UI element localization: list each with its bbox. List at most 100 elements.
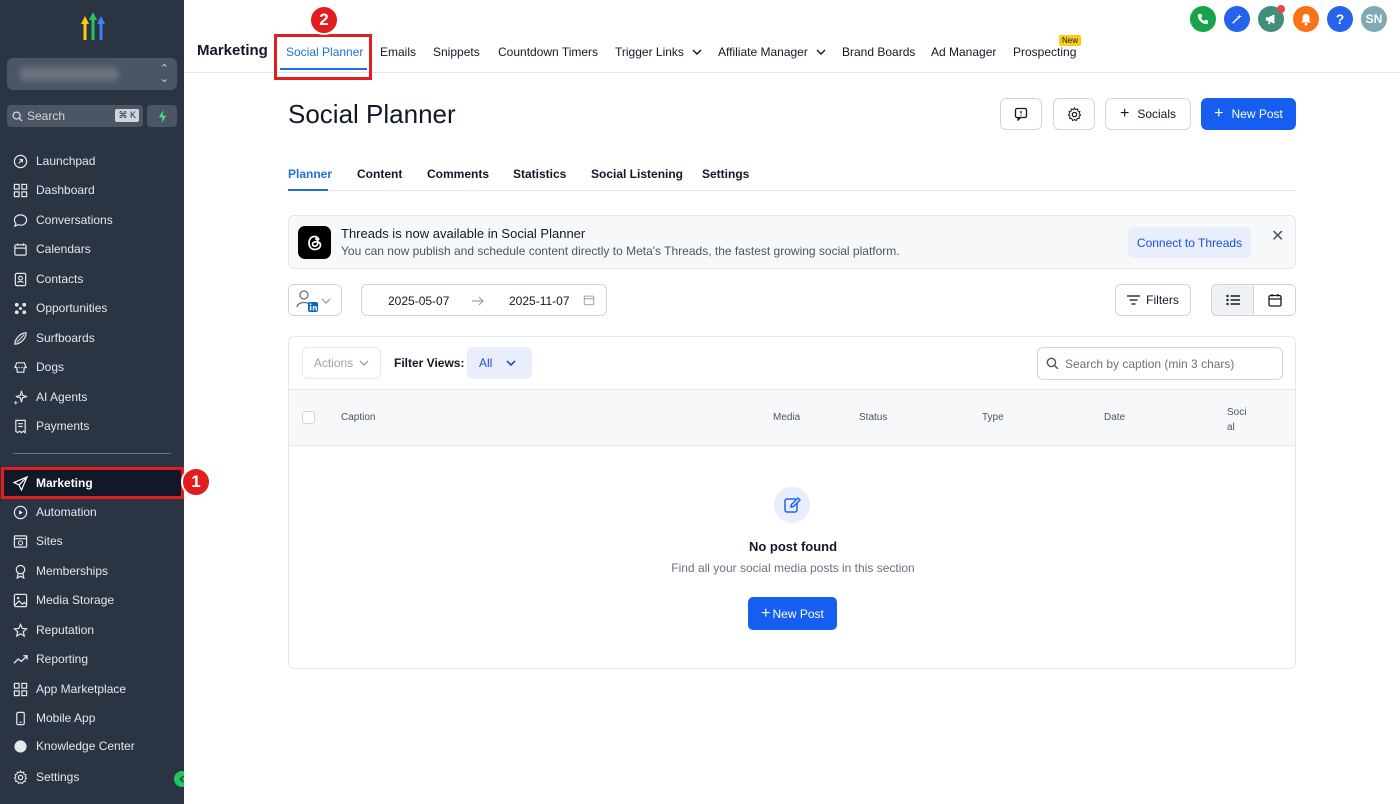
notifications-button[interactable] <box>1293 6 1319 32</box>
tab-snippets[interactable]: Snippets <box>433 45 480 59</box>
announcements-button[interactable] <box>1258 5 1285 32</box>
subtab-planner[interactable]: Planner <box>288 167 332 181</box>
quick-actions-button[interactable] <box>147 105 177 127</box>
edit-icon <box>774 487 810 523</box>
sidebar-item-dashboard[interactable]: Dashboard <box>0 176 180 204</box>
sidebar-item-label: Opportunities <box>36 301 108 315</box>
tab-affiliate-manager[interactable]: Affiliate Manager <box>718 45 826 59</box>
sidebar-item-reporting[interactable]: Reporting <box>0 645 180 673</box>
step-marker-1: 1 <box>181 467 211 497</box>
tab-brand-boards[interactable]: Brand Boards <box>842 45 915 59</box>
bolt-icon <box>158 109 166 123</box>
sidebar-item-surfboards[interactable]: Surfboards <box>0 324 180 352</box>
column-header-date[interactable]: Date <box>1104 412 1125 423</box>
column-header-type[interactable]: Type <box>982 412 1004 423</box>
sidebar-item-automation[interactable]: Automation <box>0 498 180 526</box>
new-post-button[interactable]: + New Post <box>1201 98 1296 130</box>
socials-button[interactable]: + Socials <box>1105 98 1191 130</box>
banner-title: Threads is now available in Social Plann… <box>341 226 586 241</box>
search-icon <box>1046 357 1059 370</box>
user-avatar[interactable]: SN <box>1361 6 1387 32</box>
select-all-checkbox[interactable] <box>302 411 315 424</box>
sidebar-search[interactable]: Search ⌘ K <box>7 105 143 127</box>
tab-emails[interactable]: Emails <box>380 45 416 59</box>
sidebar-item-opportunities[interactable]: Opportunities <box>0 294 180 322</box>
feedback-button[interactable] <box>1000 98 1042 130</box>
search-shortcut: ⌘ K <box>115 109 139 122</box>
collapse-sidebar-button[interactable] <box>174 771 184 787</box>
column-header-media[interactable]: Media <box>773 412 800 423</box>
sidebar-item-app-marketplace[interactable]: App Marketplace <box>0 675 180 703</box>
settings-button[interactable] <box>1053 98 1095 130</box>
filter-views-select[interactable]: All <box>467 347 532 379</box>
sidebar-item-media-storage[interactable]: Media Storage <box>0 586 180 614</box>
sidebar-item-contacts[interactable]: Contacts <box>0 265 180 293</box>
megaphone-icon <box>1265 14 1275 25</box>
account-switcher[interactable]: ⌃ ⌄ <box>7 58 177 90</box>
tab-trigger-links[interactable]: Trigger Links <box>615 45 702 59</box>
column-header-status[interactable]: Status <box>859 412 887 423</box>
socials-button-label: Socials <box>1137 107 1177 121</box>
sidebar-item-sites[interactable]: Sites <box>0 527 180 555</box>
tab-countdown-timers[interactable]: Countdown Timers <box>498 45 598 59</box>
sidebar-item-label: Reputation <box>36 623 95 637</box>
list-icon <box>1225 294 1240 306</box>
opportunities-icon <box>14 302 27 314</box>
sidebar-item-payments[interactable]: Payments <box>0 412 180 440</box>
sidebar-item-label: Dashboard <box>36 183 95 197</box>
sparkles-icon <box>13 390 28 405</box>
help-button[interactable]: ? <box>1327 6 1353 32</box>
rocket-icon <box>13 154 28 168</box>
sidebar-item-settings[interactable]: Settings <box>0 763 180 791</box>
end-date: 2025-11-07 <box>509 294 570 308</box>
sidebar-item-memberships[interactable]: Memberships <box>0 557 180 585</box>
filter-views-label: Filter Views: <box>394 356 465 370</box>
sidebar-item-label: Conversations <box>36 213 113 227</box>
chevron-updown-icon: ⌃ ⌄ <box>159 63 169 85</box>
filters-button[interactable]: Filters <box>1115 284 1191 316</box>
column-header-social-line2: al <box>1227 422 1235 433</box>
subtab-statistics[interactable]: Statistics <box>513 167 566 181</box>
sidebar-item-label: Sites <box>36 534 63 548</box>
sidebar-item-label: Surfboards <box>36 331 95 345</box>
chat-bubble-icon <box>13 213 28 227</box>
sidebar-item-dogs[interactable]: Dogs <box>0 353 180 381</box>
sidebar-item-marketing[interactable]: Marketing <box>1 467 184 499</box>
subtab-social-listening[interactable]: Social Listening <box>591 167 683 181</box>
sidebar-item-label: Settings <box>36 770 80 784</box>
receipt-icon <box>15 419 26 434</box>
tab-prospecting[interactable]: Prospecting <box>1013 45 1076 59</box>
phone-button[interactable] <box>1190 6 1216 32</box>
caption-search-input[interactable]: Search by caption (min 3 chars) <box>1037 347 1283 380</box>
subtab-active-indicator <box>288 189 328 191</box>
new-post-button-label: New Post <box>1231 107 1283 121</box>
subtab-comments[interactable]: Comments <box>427 167 489 181</box>
tab-social-planner[interactable]: Social Planner <box>286 45 363 59</box>
sidebar-item-ai-agents[interactable]: AI Agents <box>0 383 180 411</box>
view-toggle <box>1211 284 1296 316</box>
column-header-social[interactable]: Soci al <box>1227 405 1246 435</box>
sidebar-item-mobile-app[interactable]: Mobile App <box>0 704 180 732</box>
sidebar-item-launchpad[interactable]: Launchpad <box>0 147 180 175</box>
sidebar-item-calendars[interactable]: Calendars <box>0 235 180 263</box>
subtab-settings[interactable]: Settings <box>702 167 749 181</box>
list-view-button[interactable] <box>1212 285 1254 315</box>
connect-to-threads-button[interactable]: Connect to Threads <box>1128 227 1251 258</box>
column-header-caption[interactable]: Caption <box>341 412 375 423</box>
date-range-picker[interactable]: 2025-05-07 2025-11-07 <box>361 284 607 316</box>
sidebar-item-knowledge-center[interactable]: Knowledge Center <box>0 736 180 758</box>
social-account-selector[interactable] <box>288 284 342 316</box>
tab-ad-manager[interactable]: Ad Manager <box>931 45 996 59</box>
feedback-icon <box>1014 107 1028 121</box>
empty-state-new-post-button[interactable]: + New Post <box>748 597 837 630</box>
sidebar-item-conversations[interactable]: Conversations <box>0 206 180 234</box>
chevron-down-icon <box>692 49 702 55</box>
actions-dropdown[interactable]: Actions <box>302 347 381 379</box>
sidebar-item-reputation[interactable]: Reputation <box>0 616 180 644</box>
table-header: Caption Media Status Type Date Soci al <box>289 389 1295 446</box>
ai-assistant-button[interactable] <box>1224 6 1250 32</box>
subtab-content[interactable]: Content <box>357 167 402 181</box>
calendar-view-button[interactable] <box>1254 285 1295 315</box>
book-icon <box>14 740 27 753</box>
close-icon[interactable]: ✕ <box>1271 226 1284 246</box>
